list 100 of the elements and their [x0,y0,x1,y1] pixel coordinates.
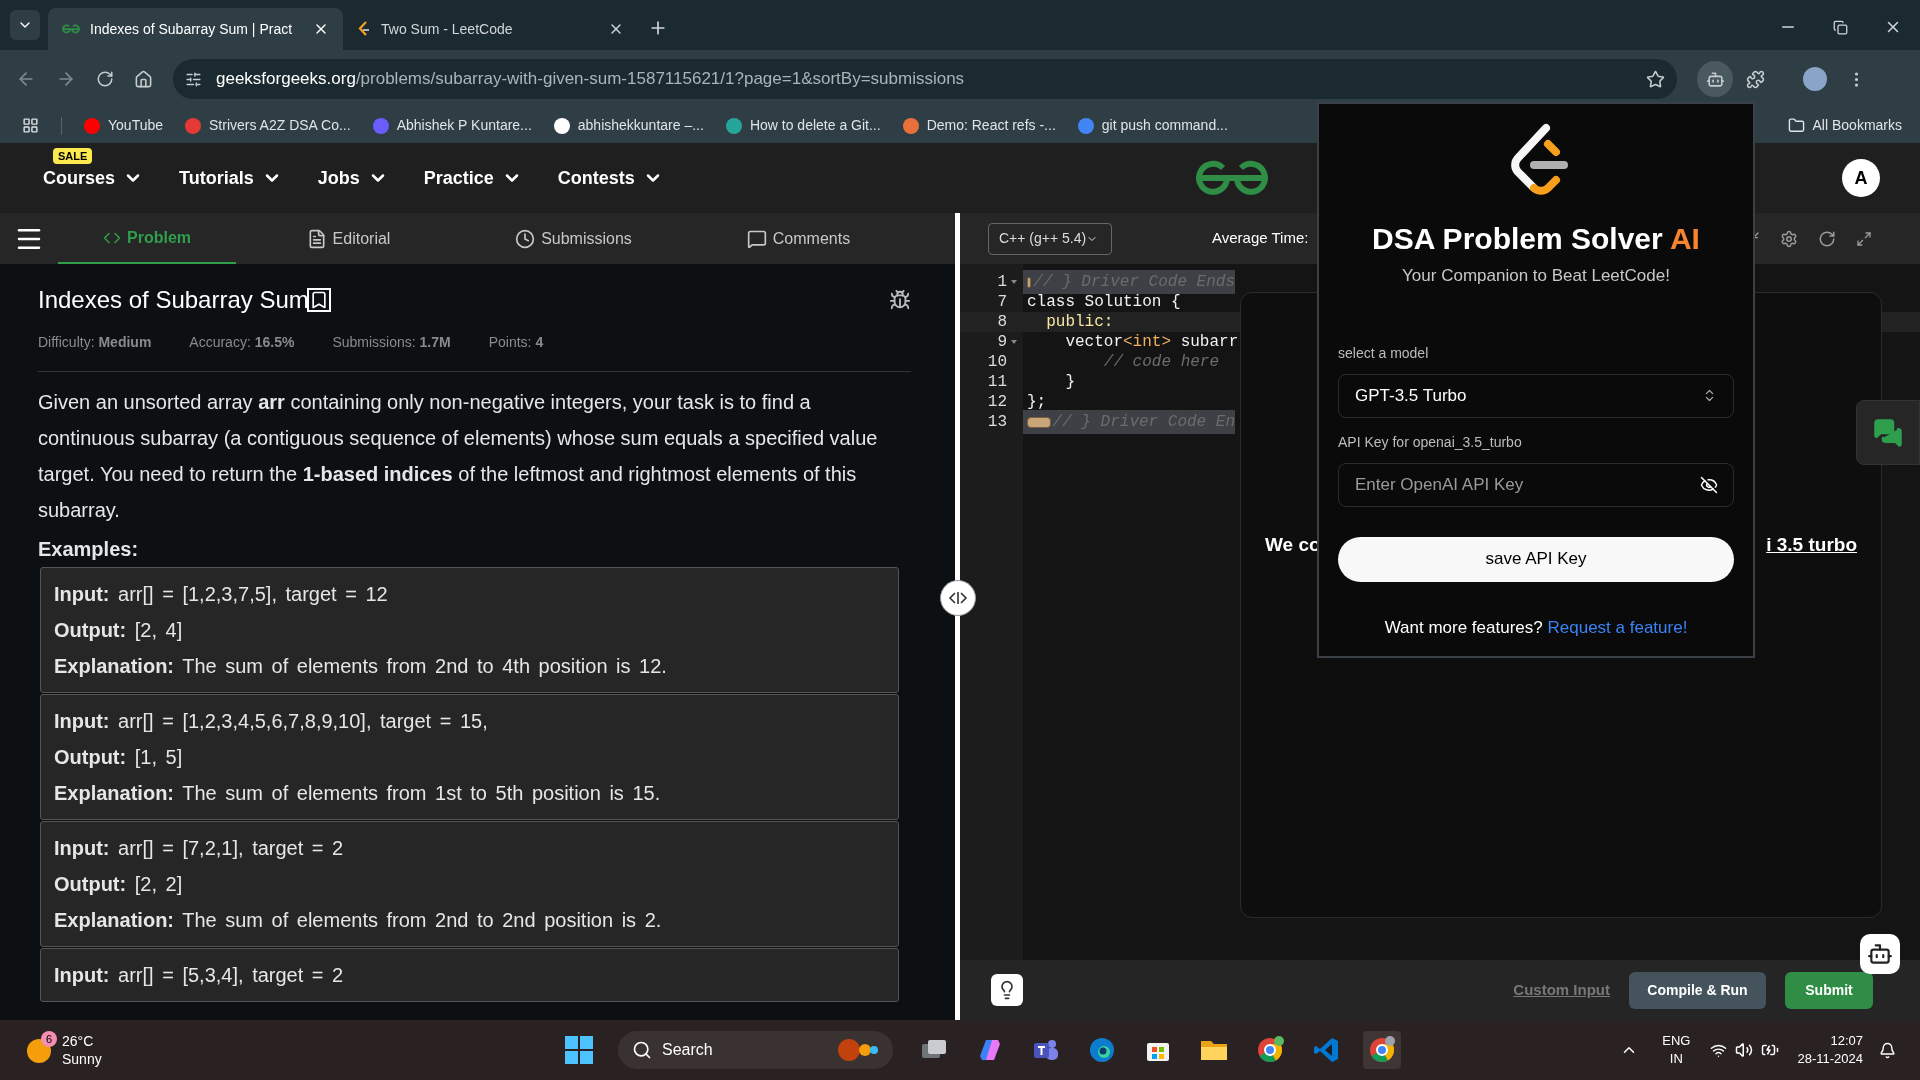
volume-icon[interactable] [1735,1041,1754,1059]
request-feature-link[interactable]: Request a feature! [1547,617,1688,637]
notifications-icon[interactable] [1879,1041,1896,1059]
resize-icon [948,591,968,605]
apps-icon[interactable] [22,117,39,134]
sale-badge: SALE [53,147,93,164]
problem-description: Given an unsorted array arr containing only non-negative integers, your task is to find a continuous subarray (a contiguous sequence of elements) whose sum equals a specified value target. You need to return the 1-based indices of the leftmost and rightmost elements of this subarray. [38,390,879,523]
fullscreen-icon[interactable] [1856,230,1872,247]
nav-menu-item[interactable]: Courses [43,164,144,192]
settings-icon[interactable] [1780,229,1798,248]
average-time-label: Average Time: [1212,228,1309,249]
bookmark-label: YouTube [108,116,163,135]
tab-title: Indexes of Subarray Sum | Pract [90,19,294,39]
popup-subtitle: Your Companion to Beat LeetCode! [1402,265,1670,287]
profile-avatar[interactable] [1803,67,1827,91]
submit-button[interactable]: Submit [1785,971,1873,1009]
all-bookmarks-item[interactable]: All Bookmarks [1787,115,1902,136]
home-icon[interactable] [134,69,153,89]
browser-tab[interactable]: Indexes of Subarray Sum | Pract [48,8,343,50]
example-line: Input: arr[] = [1,2,3,7,5], target = 12 [54,582,389,607]
code-line: public: [1045,312,1114,333]
start-icon[interactable] [564,1035,594,1065]
clock-time[interactable]: 12:07 [1830,1032,1863,1050]
reload-icon[interactable] [96,70,114,88]
nav-menu-item[interactable]: Tutorials [179,164,282,192]
nav-menu-item[interactable]: Contests [557,164,663,192]
language-indicator[interactable]: ENG [1662,1032,1691,1050]
example-line: Explanation: The sum of elements from 2nd to 2nd position is 2. [54,908,663,933]
user-avatar[interactable]: A [1842,159,1880,197]
model-link[interactable]: i 3.5 turbo [1766,531,1857,560]
bookmark-label: Demo: React refs -... [926,116,1056,135]
browser-tab[interactable]: Two Sum - LeetCode [343,8,638,50]
code-line: class Solution { [1026,292,1181,313]
bookmark-item[interactable]: How to delete a Git... [725,115,881,136]
language-select[interactable]: C++ (g++ 5.4) [988,222,1112,255]
url-text: geeksforgeeks.org/problems/subarray-with-given-sum-1587115621/1?page=1&sortBy=submissions [216,68,966,91]
fold-arrow-icon[interactable] [1011,279,1017,285]
problem-tab[interactable]: Comments [686,213,911,264]
code-line: } [1064,372,1075,393]
fold-marker-icon[interactable] [1027,276,1032,288]
examples-heading: Examples: [38,537,140,562]
line-number: 1 [997,272,1007,293]
bug-icon[interactable] [889,289,911,311]
site-info-icon[interactable] [185,70,202,88]
model-label: select a model [1338,343,1429,363]
bookmark-star-icon[interactable] [1646,69,1665,89]
chat-button[interactable] [1856,400,1920,465]
api-key-label: API Key for openai_3.5_turbo [1338,432,1522,452]
line-number: 8 [997,312,1007,333]
chat-icon [1873,417,1903,448]
model-select[interactable]: GPT-3.5 Turbo [1338,373,1734,418]
bookmark-icon[interactable] [306,288,331,312]
nav-menu-item[interactable]: Practice [423,164,522,192]
problem-tab[interactable]: Editorial [236,213,461,264]
problem-tab[interactable]: Submissions [461,213,686,264]
assistant-button[interactable] [1860,934,1900,974]
fold-arrow-icon[interactable] [1011,339,1017,345]
weather-condition: Sunny [62,1050,102,1068]
browser-icon[interactable] [1363,1031,1401,1069]
bookmark-item[interactable]: abhishekkuntare –... [553,115,704,136]
example-line: Output: [2, 2] [54,872,184,897]
extension-button[interactable] [1697,61,1733,97]
region-indicator[interactable]: IN [1669,1050,1683,1068]
tab-list-button[interactable] [10,10,40,40]
address-bar[interactable]: geeksforgeeks.org/problems/subarray-with-given-sum-1587115621/1?page=1&sortBy=submissions [173,59,1677,99]
bookmark-item[interactable]: git push command... [1077,115,1228,136]
code-line: vector<int> subarr [1064,332,1239,353]
search-icon [632,1040,652,1060]
bookmark-item[interactable]: Strivers A2Z DSA Co... [185,115,351,136]
theme-toggle-button[interactable] [991,974,1023,1006]
clock-date[interactable]: 28-11-2024 [1797,1050,1863,1068]
more-features-text: Want more features? [1384,617,1543,637]
bookmark-label: How to delete a Git... [749,116,881,135]
line-number: 10 [987,352,1007,373]
compile-run-button[interactable]: Compile & Run [1629,971,1766,1009]
restore-icon[interactable] [1833,19,1848,35]
robot-icon [1705,69,1725,89]
taskbar-search[interactable]: Search [618,1031,893,1069]
reset-icon[interactable] [1818,229,1836,248]
popup-title: DSA Problem Solver AI [1372,221,1700,257]
problem-meta: Points: 4 [488,333,544,352]
problem-tab[interactable]: Problem [58,213,236,264]
bookmark-item[interactable]: YouTube [84,115,163,136]
nav-menu-item[interactable]: Jobs [317,164,388,192]
temperature-text: 26°C [62,1032,95,1050]
problem-title: Indexes of Subarray Sum [38,285,309,315]
example-line: Input: arr[] = [7,2,1], target = 2 [54,836,345,861]
hide-password-icon[interactable] [1700,475,1718,494]
robot-icon [1867,941,1893,967]
save-api-key-button[interactable]: save API Key [1338,536,1734,582]
example-line: Output: [2, 4] [54,618,184,643]
bookmark-item[interactable]: Demo: React refs -... [902,115,1056,136]
clock-icon [515,228,536,249]
fold-marker-icon[interactable] [1027,416,1051,428]
tab-title: Two Sum - LeetCode [381,19,514,39]
example-line: Explanation: The sum of elements from 1st to 5th position is 15. [54,781,662,806]
api-key-field[interactable]: Enter OpenAI API Key [1338,462,1734,507]
problem-meta: Accuracy: 16.5% [189,333,295,352]
bookmark-item[interactable]: Abhishek P Kuntare... [372,115,532,136]
problem-meta: Difficulty: Medium [38,333,152,352]
